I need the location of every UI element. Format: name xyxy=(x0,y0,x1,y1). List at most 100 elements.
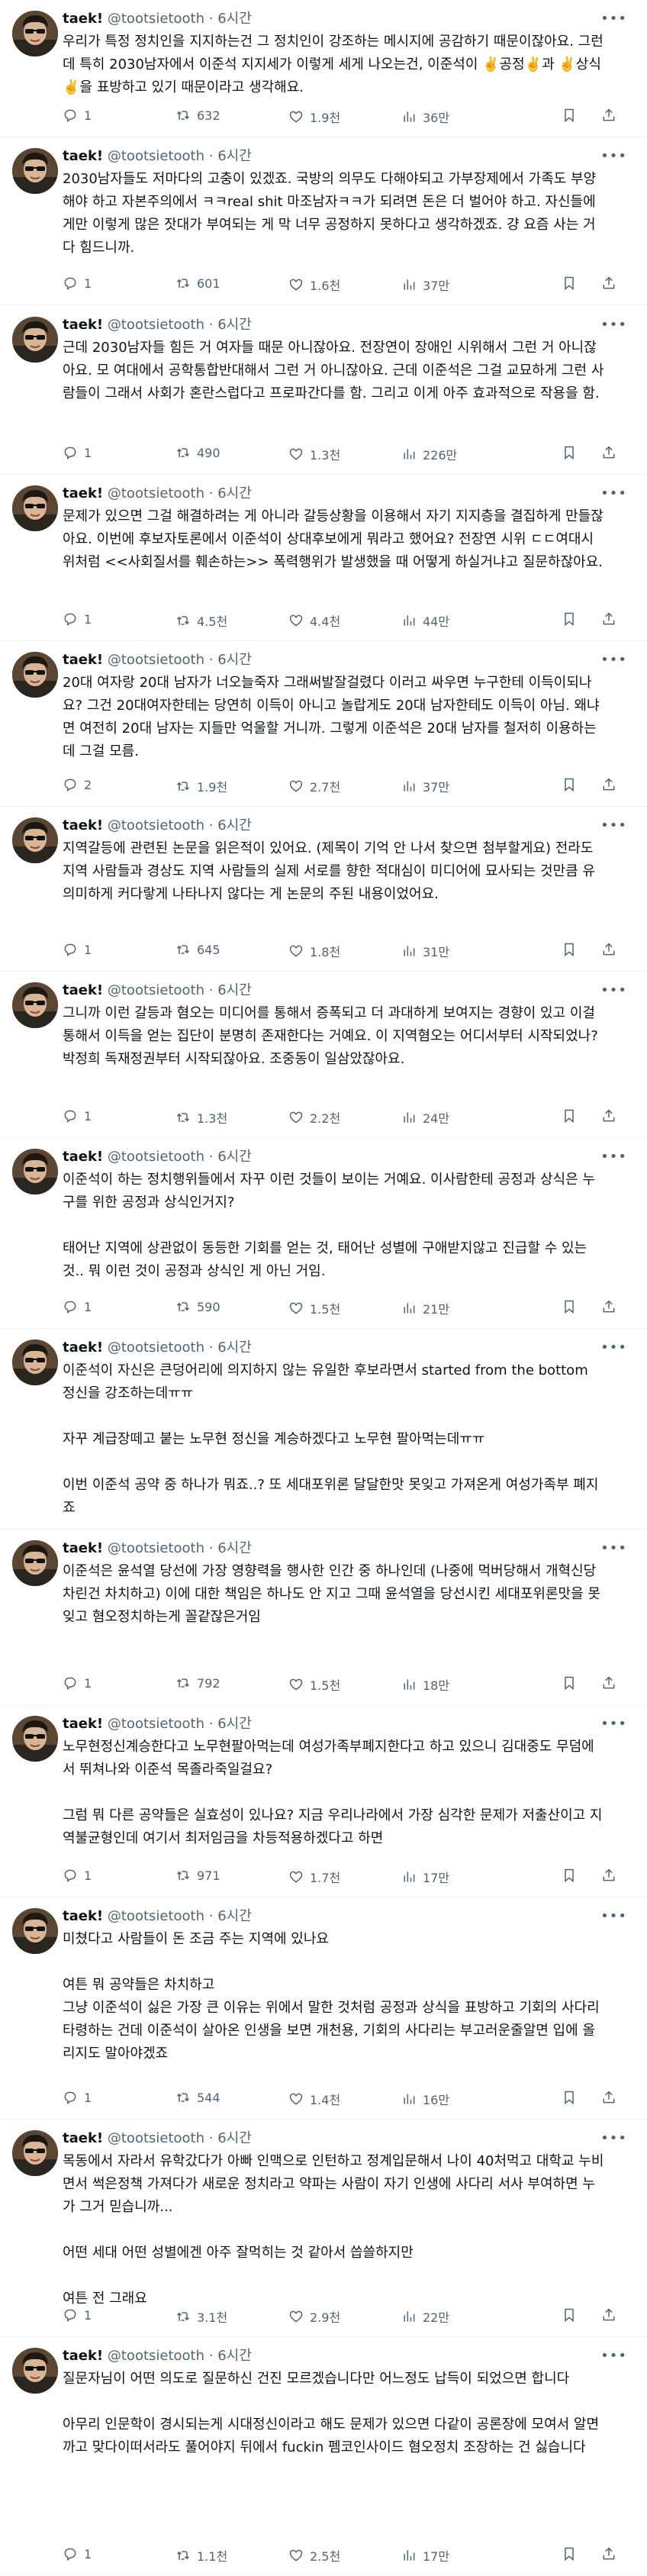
reply-button[interactable]: 1 xyxy=(63,2546,92,2561)
avatar[interactable] xyxy=(12,317,58,363)
timestamp[interactable]: 6시간 xyxy=(217,2348,252,2364)
share-button[interactable] xyxy=(601,777,616,792)
avatar[interactable] xyxy=(12,1716,58,1762)
avatar[interactable] xyxy=(12,11,58,56)
author-handle[interactable]: @tootsietooth xyxy=(108,1716,204,1732)
like-button[interactable]: 2.9천 xyxy=(288,2307,340,2326)
retweet-button[interactable]: 971 xyxy=(175,1868,220,1883)
bookmark-button[interactable] xyxy=(562,2307,577,2323)
retweet-button[interactable]: 3.1천 xyxy=(175,2307,227,2326)
share-button[interactable] xyxy=(601,1675,616,1691)
more-icon[interactable]: ••• xyxy=(600,485,627,501)
tweet-3[interactable]: taek! @tootsietooth · 6시간 근데 2030남자들 힘든 … xyxy=(0,306,647,475)
bookmark-button[interactable] xyxy=(562,1868,577,1883)
like-button[interactable]: 1.3천 xyxy=(288,445,340,463)
bookmark-button[interactable] xyxy=(562,2090,577,2105)
reply-button[interactable]: 2 xyxy=(63,777,92,792)
more-icon[interactable]: ••• xyxy=(600,1908,627,1924)
more-icon[interactable]: ••• xyxy=(600,982,627,998)
views-button[interactable]: 36만 xyxy=(401,108,449,126)
like-button[interactable]: 2.2천 xyxy=(288,1108,340,1127)
more-icon[interactable]: ••• xyxy=(600,1540,627,1556)
like-button[interactable]: 1.7천 xyxy=(288,1868,340,1886)
reply-button[interactable]: 1 xyxy=(63,2090,92,2105)
avatar[interactable] xyxy=(12,2130,58,2176)
timestamp[interactable]: 6시간 xyxy=(217,148,252,164)
share-button[interactable] xyxy=(601,276,616,291)
share-button[interactable] xyxy=(601,2307,616,2323)
author-handle[interactable]: @tootsietooth xyxy=(108,148,204,164)
avatar[interactable] xyxy=(12,1149,58,1195)
timestamp[interactable]: 6시간 xyxy=(217,485,252,501)
tweet-12[interactable]: taek! @tootsietooth · 6시간 미쳤다고 사람들이 돈 조금… xyxy=(0,1897,647,2120)
views-button[interactable]: 17만 xyxy=(401,1868,449,1886)
author-name[interactable]: taek! xyxy=(63,1540,103,1556)
reply-button[interactable]: 1 xyxy=(63,2307,92,2323)
bookmark-button[interactable] xyxy=(562,1299,577,1314)
like-button[interactable]: 2.5천 xyxy=(288,2546,340,2565)
timestamp[interactable]: 6시간 xyxy=(217,1540,252,1556)
share-button[interactable] xyxy=(601,1299,616,1314)
avatar[interactable] xyxy=(12,485,58,531)
more-icon[interactable]: ••• xyxy=(600,2348,627,2364)
more-icon[interactable]: ••• xyxy=(600,1716,627,1732)
author-name[interactable]: taek! xyxy=(63,148,103,164)
retweet-button[interactable]: 601 xyxy=(175,276,220,291)
retweet-button[interactable]: 4.5천 xyxy=(175,611,227,630)
timestamp[interactable]: 6시간 xyxy=(217,11,252,27)
share-button[interactable] xyxy=(601,108,616,123)
author-handle[interactable]: @tootsietooth xyxy=(108,1908,204,1924)
views-button[interactable]: 17만 xyxy=(401,2546,449,2565)
share-button[interactable] xyxy=(601,1108,616,1124)
retweet-button[interactable]: 1.9천 xyxy=(175,777,227,795)
author-handle[interactable]: @tootsietooth xyxy=(108,2348,204,2364)
like-button[interactable]: 1.6천 xyxy=(288,276,340,294)
avatar[interactable] xyxy=(12,1340,58,1385)
reply-button[interactable]: 1 xyxy=(63,942,92,957)
author-name[interactable]: taek! xyxy=(63,2130,103,2146)
like-button[interactable]: 1.5천 xyxy=(288,1299,340,1317)
timestamp[interactable]: 6시간 xyxy=(217,982,252,998)
retweet-button[interactable]: 792 xyxy=(175,1675,220,1691)
reply-button[interactable]: 1 xyxy=(63,276,92,291)
tweet-13[interactable]: taek! @tootsietooth · 6시간 목동에서 자라서 유학갔다가… xyxy=(0,2120,647,2337)
author-handle[interactable]: @tootsietooth xyxy=(108,485,204,501)
author-handle[interactable]: @tootsietooth xyxy=(108,652,204,668)
more-icon[interactable]: ••• xyxy=(600,2130,627,2146)
like-button[interactable]: 4.4천 xyxy=(288,611,340,630)
reply-button[interactable]: 1 xyxy=(63,108,92,123)
views-button[interactable]: 37만 xyxy=(401,777,449,795)
timestamp[interactable]: 6시간 xyxy=(217,1340,252,1356)
views-button[interactable]: 18만 xyxy=(401,1675,449,1694)
bookmark-button[interactable] xyxy=(562,445,577,460)
tweet-5[interactable]: taek! @tootsietooth · 6시간 20대 여자랑 20대 남자… xyxy=(0,641,647,807)
author-name[interactable]: taek! xyxy=(63,817,103,833)
tweet-11[interactable]: taek! @tootsietooth · 6시간 노무현정신계승한다고 노무현… xyxy=(0,1705,647,1897)
timestamp[interactable]: 6시간 xyxy=(217,652,252,668)
timestamp[interactable]: 6시간 xyxy=(217,1908,252,1924)
tweet-4[interactable]: taek! @tootsietooth · 6시간 문제가 있으면 그걸 해결하… xyxy=(0,475,647,641)
retweet-button[interactable]: 645 xyxy=(175,942,220,957)
author-handle[interactable]: @tootsietooth xyxy=(108,1340,204,1356)
more-icon[interactable]: ••• xyxy=(600,817,627,833)
author-handle[interactable]: @tootsietooth xyxy=(108,317,204,333)
avatar[interactable] xyxy=(12,1540,58,1586)
tweet-10[interactable]: taek! @tootsietooth · 6시간 이준석은 윤석열 당선에 가… xyxy=(0,1530,647,1705)
author-name[interactable]: taek! xyxy=(63,1908,103,1924)
views-button[interactable]: 31만 xyxy=(401,942,449,960)
author-handle[interactable]: @tootsietooth xyxy=(108,1540,204,1556)
views-button[interactable]: 44만 xyxy=(401,611,449,630)
bookmark-button[interactable] xyxy=(562,942,577,957)
reply-button[interactable]: 1 xyxy=(63,1868,92,1883)
bookmark-button[interactable] xyxy=(562,276,577,291)
author-name[interactable]: taek! xyxy=(63,1149,103,1165)
reply-button[interactable]: 1 xyxy=(63,1675,92,1691)
author-name[interactable]: taek! xyxy=(63,317,103,333)
views-button[interactable]: 226만 xyxy=(401,445,457,463)
more-icon[interactable]: ••• xyxy=(600,1149,627,1165)
retweet-button[interactable]: 590 xyxy=(175,1299,220,1314)
author-name[interactable]: taek! xyxy=(63,485,103,501)
share-button[interactable] xyxy=(601,2090,616,2105)
like-button[interactable]: 1.4천 xyxy=(288,2090,340,2108)
timestamp[interactable]: 6시간 xyxy=(217,817,252,833)
